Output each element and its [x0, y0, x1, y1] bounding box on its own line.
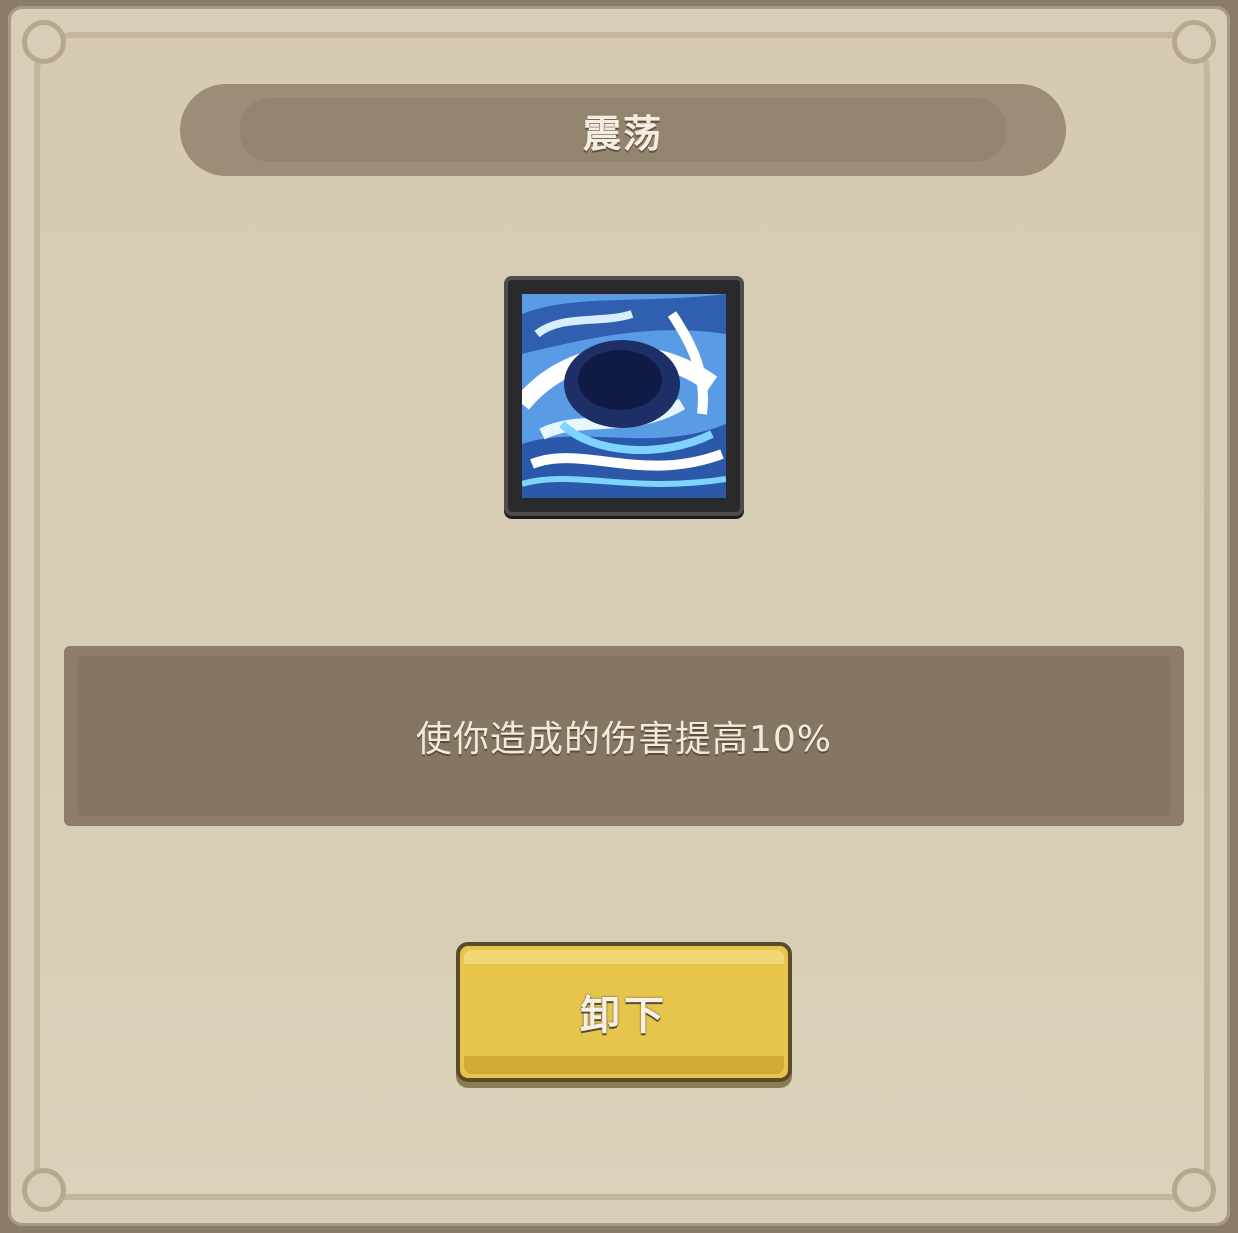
corner-ornament-top-left — [22, 20, 66, 64]
shockwave-vortex-icon — [522, 294, 726, 498]
title-banner: 震荡 — [180, 84, 1066, 176]
skill-title: 震荡 — [582, 111, 663, 156]
corner-ornament-bottom-left — [22, 1168, 66, 1212]
skill-description: 使你造成的伤害提高10% — [415, 719, 833, 760]
unequip-button-label: 卸下 — [580, 993, 668, 1039]
skill-description-box: 使你造成的伤害提高10% — [64, 646, 1184, 826]
corner-ornament-top-right — [1172, 20, 1216, 64]
skill-icon-frame — [504, 276, 744, 516]
unequip-button[interactable]: 卸下 — [456, 942, 792, 1082]
corner-ornament-bottom-right — [1172, 1168, 1216, 1212]
